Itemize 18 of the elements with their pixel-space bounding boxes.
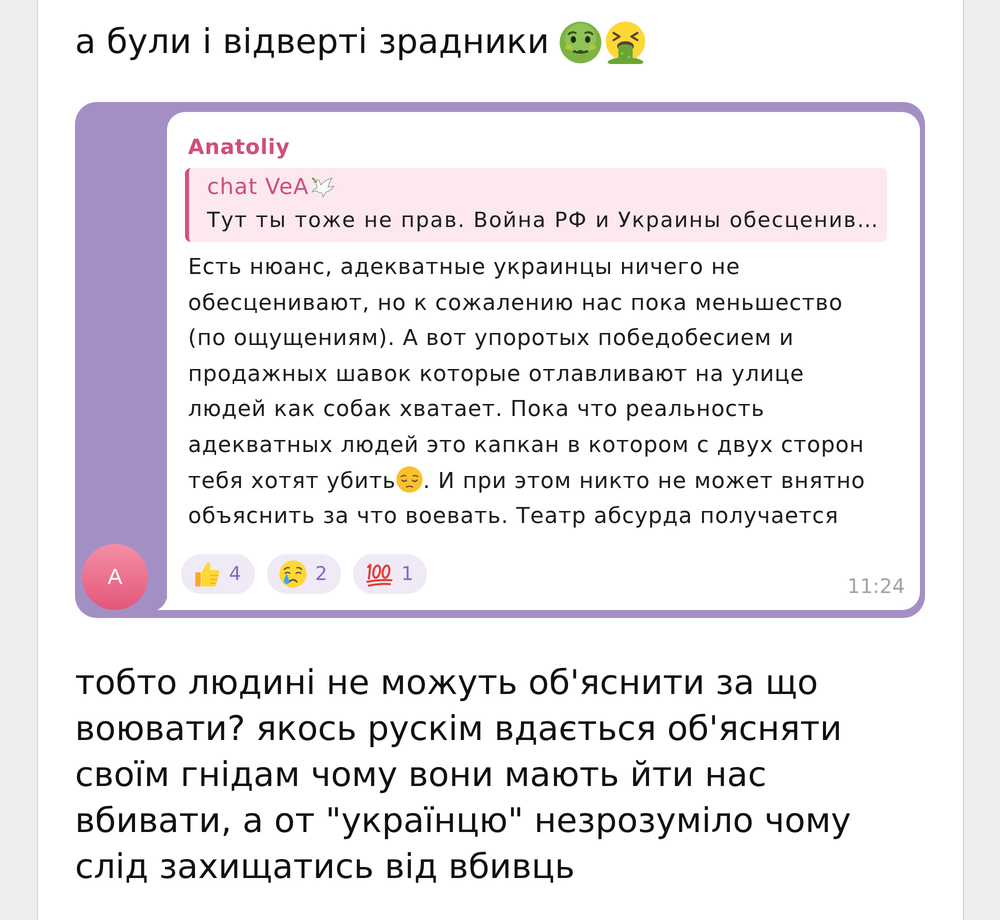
- post-text: тобто людині не можуть об'яснити за що воювати? якось рускім вдається об'ясняти своїм гнідам чому вони мають йти нас вбивати, а от "українцю" незрозуміло чому слід захищатись від вбивць: [75, 662, 852, 889]
- post-text: а були і відверті зрадники: [75, 21, 550, 64]
- reaction-button[interactable]: 2: [267, 554, 342, 594]
- crying-face-icon: [279, 560, 308, 588]
- sender-name: Anatoliy: [188, 134, 290, 160]
- message-text: Есть нюанс, адекватные украинцы ничего не обесценивают, но к сожалению нас пока меньшество (по ощущениям). А вот упоротых победобесием и продажных шавок которые отлавливают на улице людей как собак хватает. Пока что реальность адекватных людей это капкан в котором с двух сторон тебя хотят убить . И при этом никто не может внятно объяснить за что воевать. Театр абсурда получается: [188, 254, 866, 532]
- message-time: 11:24: [847, 574, 905, 598]
- dove-icon: [310, 176, 335, 200]
- pensive-face-icon: [396, 466, 423, 493]
- reaction-button[interactable]: 4: [181, 554, 256, 594]
- nauseated-face-icon: [559, 20, 602, 64]
- reply-author: chat VeA: [207, 174, 309, 202]
- reaction-button[interactable]: 1: [353, 554, 428, 594]
- avatar: A: [82, 544, 148, 610]
- reply-quote[interactable]: chat VeA Тут ты тоже не прав. Война РФ и Украины обесценив…: [185, 168, 887, 242]
- reply-text: Тут ты тоже не прав. Война РФ и Украины обесценив…: [207, 207, 880, 234]
- thumbs-up-icon: [193, 560, 221, 588]
- vomiting-face-icon: [604, 20, 648, 64]
